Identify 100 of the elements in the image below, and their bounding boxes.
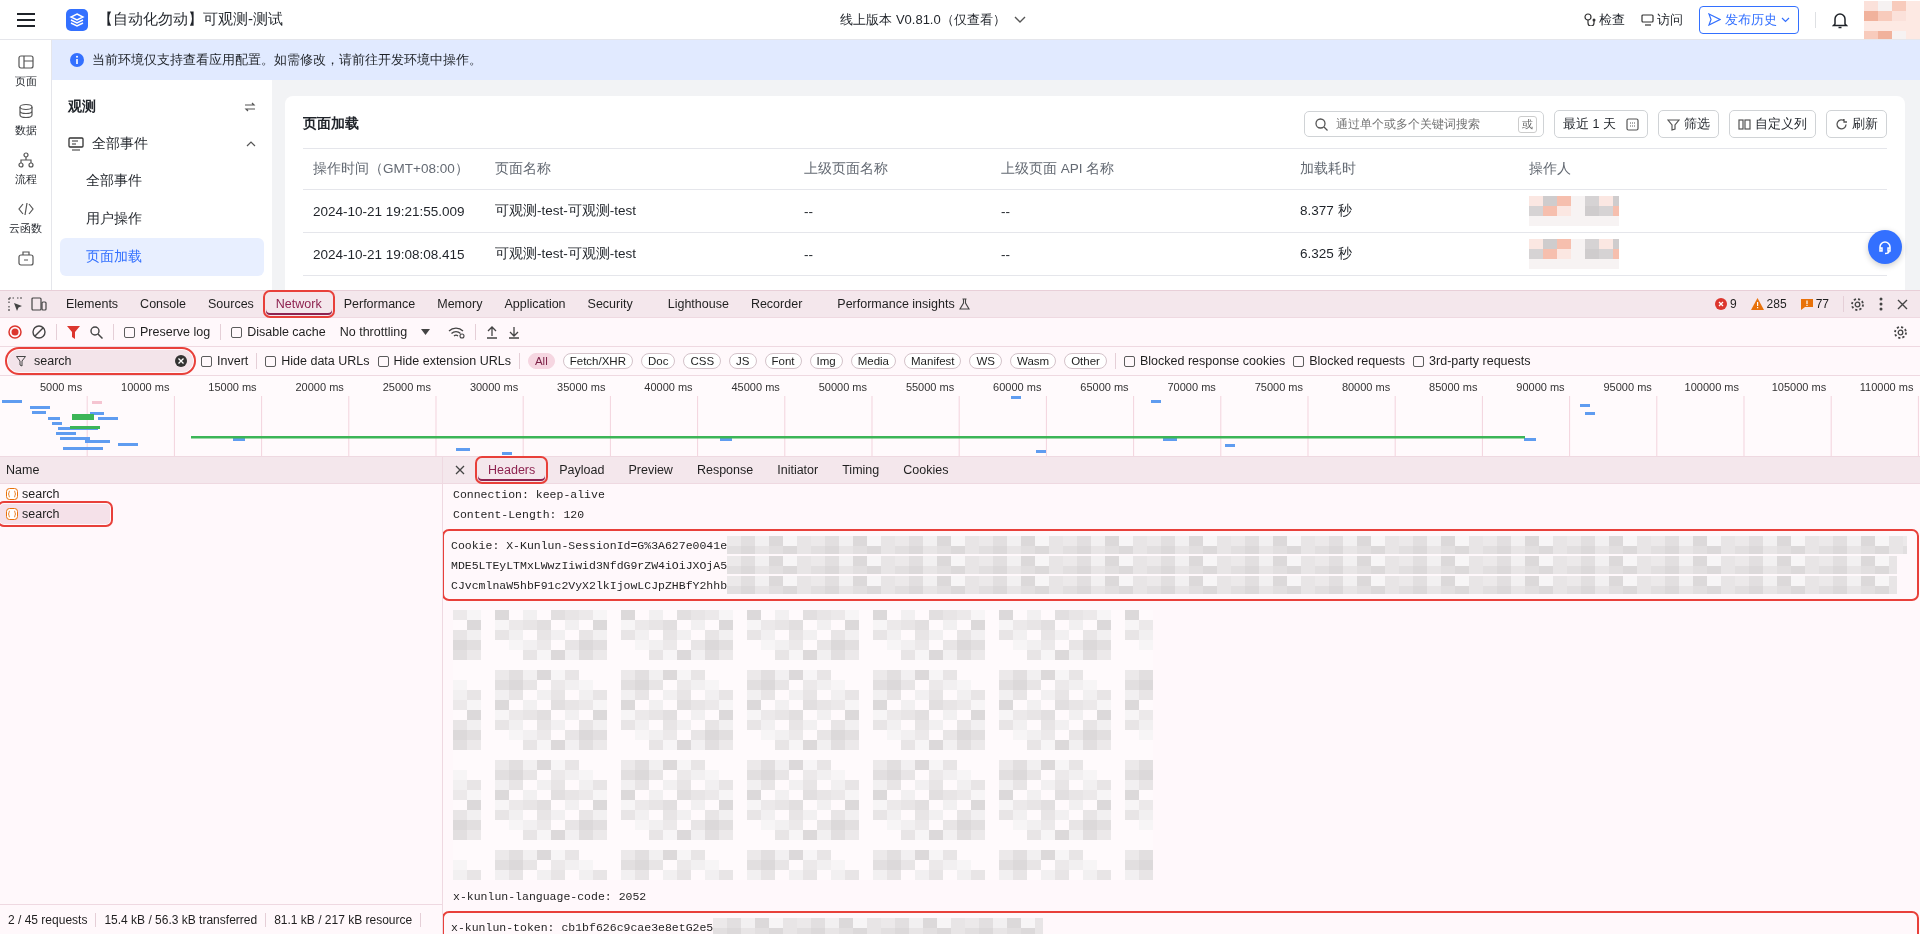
- search-field[interactable]: 通过单个或多个关键词搜索 或: [1304, 111, 1545, 137]
- clear-icon[interactable]: [32, 325, 46, 339]
- detail-tab[interactable]: Payload: [549, 459, 615, 481]
- filter-icon[interactable]: [67, 325, 80, 339]
- sidebar-item[interactable]: 全部事件: [60, 162, 264, 200]
- devtools-tab[interactable]: Lighthouse: [657, 293, 739, 315]
- settings-icon[interactable]: [1850, 296, 1865, 312]
- table-cell: 2024-10-21 19:08:08.415: [303, 232, 485, 276]
- chevron-down-icon[interactable]: [1013, 15, 1026, 24]
- devtools-tab[interactable]: Performance: [333, 293, 426, 315]
- nav-rail-item[interactable]: 数据: [14, 103, 37, 138]
- checkbox[interactable]: Hide data URLs: [265, 354, 370, 368]
- checkbox[interactable]: Disable cache: [231, 325, 326, 339]
- tick-label: 100000 ms: [1684, 381, 1739, 393]
- type-filter-chip[interactable]: Media: [850, 353, 896, 369]
- checkbox[interactable]: Blocked response cookies: [1123, 354, 1286, 368]
- nav-rail-item[interactable]: 云函数: [9, 201, 42, 236]
- request-row[interactable]: search: [0, 504, 110, 524]
- column-header: 上级页面 API 名称: [991, 148, 1290, 190]
- toolbar-button[interactable]: 检查: [1583, 10, 1625, 29]
- tick-label: 30000 ms: [469, 381, 519, 393]
- toolbar-button[interactable]: 筛选: [1658, 110, 1719, 138]
- settings-icon[interactable]: [1893, 324, 1908, 340]
- menu-icon[interactable]: [16, 11, 36, 28]
- type-filter-chip[interactable]: Wasm: [1010, 353, 1057, 369]
- checkbox[interactable]: 3rd-party requests: [1413, 354, 1531, 368]
- flask-icon: [958, 298, 970, 310]
- tick-label: 20000 ms: [295, 381, 344, 393]
- devtools-tab[interactable]: Application: [494, 293, 576, 315]
- detail-tab[interactable]: Response: [686, 459, 764, 481]
- toolbar-button[interactable]: 访问: [1641, 10, 1683, 29]
- filter-icon: [1667, 117, 1680, 131]
- type-filter-chip[interactable]: Img: [809, 353, 843, 369]
- tick-label: 90000 ms: [1516, 381, 1565, 393]
- filter-field[interactable]: search: [8, 350, 193, 372]
- warning-icon: [1750, 298, 1764, 310]
- throttling-dropdown[interactable]: No throttling: [339, 325, 431, 339]
- bell-icon[interactable]: [1832, 10, 1848, 29]
- type-filter-chip[interactable]: Fetch/XHR: [562, 353, 633, 369]
- devtools-tab[interactable]: Performance insights: [827, 293, 980, 315]
- nav-rail-item[interactable]: 流程: [14, 152, 37, 187]
- network-conditions-icon[interactable]: [448, 325, 466, 339]
- page-layout-icon: [17, 54, 34, 70]
- close-icon[interactable]: [1897, 298, 1908, 310]
- devtools-tab[interactable]: Network: [265, 293, 332, 315]
- type-filter-chip[interactable]: CSS: [683, 353, 722, 369]
- toolbar-button[interactable]: 刷新: [1826, 110, 1887, 138]
- column-header: 操作人: [1519, 148, 1887, 190]
- type-filter-chip[interactable]: Font: [764, 353, 802, 369]
- devtools-tab[interactable]: Memory: [427, 293, 493, 315]
- checkbox[interactable]: Blocked requests: [1293, 354, 1406, 368]
- app-logo-icon: [66, 8, 88, 31]
- type-filter-chip[interactable]: All: [527, 353, 555, 369]
- checkbox[interactable]: Invert: [201, 354, 249, 368]
- devtools-tab[interactable]: Elements: [56, 293, 129, 315]
- type-filter-chip[interactable]: Doc: [640, 353, 676, 369]
- search-icon[interactable]: [90, 325, 103, 339]
- sidebar-group[interactable]: 全部事件: [60, 126, 264, 162]
- columns-icon: [1738, 117, 1751, 131]
- record-icon[interactable]: [8, 325, 22, 339]
- tick-label: 105000 ms: [1771, 381, 1827, 393]
- more-icon[interactable]: [1879, 297, 1883, 311]
- tick-label: 70000 ms: [1167, 381, 1216, 393]
- table-cell: --: [794, 232, 991, 276]
- code-icon: [17, 201, 34, 217]
- tick-label: 65000 ms: [1080, 381, 1129, 393]
- detail-tab[interactable]: Cookies: [893, 459, 959, 481]
- nav-rail-item[interactable]: 页面: [14, 54, 37, 89]
- detail-tab[interactable]: Preview: [618, 459, 683, 481]
- publish-history-button[interactable]: 发布历史: [1699, 5, 1799, 34]
- close-icon[interactable]: [455, 465, 465, 475]
- type-filter-chip[interactable]: JS: [729, 353, 757, 369]
- toolbox-icon[interactable]: [17, 250, 34, 266]
- type-filter-chip[interactable]: Manifest: [904, 353, 962, 369]
- checkbox[interactable]: Preserve log: [124, 325, 211, 339]
- detail-tab[interactable]: Initiator: [767, 459, 829, 481]
- devtools-tab[interactable]: Security: [577, 293, 643, 315]
- toolbar-button[interactable]: 自定义列: [1729, 110, 1816, 138]
- detail-tab[interactable]: Headers: [478, 459, 546, 481]
- swap-icon[interactable]: [244, 102, 256, 112]
- xhr-icon: [6, 508, 18, 520]
- checkbox[interactable]: Hide extension URLs: [377, 354, 511, 368]
- devtools-tab[interactable]: Console: [130, 293, 196, 315]
- sidebar-item[interactable]: 页面加载: [60, 238, 264, 276]
- date-range-button[interactable]: 最近 1 天: [1554, 110, 1648, 138]
- sidebar-item[interactable]: 用户操作: [60, 200, 264, 238]
- detail-tab[interactable]: Timing: [832, 459, 890, 481]
- device-toggle-icon[interactable]: [31, 297, 47, 311]
- clear-icon[interactable]: [175, 355, 187, 367]
- inspect-icon[interactable]: [8, 296, 23, 312]
- devtools-tab[interactable]: Sources: [198, 293, 264, 315]
- download-icon[interactable]: [508, 325, 521, 339]
- status-text: 2 / 45 requests: [0, 912, 97, 927]
- tick-label: 10000 ms: [121, 381, 170, 393]
- type-filter-chip[interactable]: Other: [1064, 353, 1107, 369]
- filter-input[interactable]: search: [32, 353, 169, 369]
- upload-icon[interactable]: [486, 325, 499, 339]
- type-filter-chip[interactable]: WS: [969, 353, 1002, 369]
- devtools-tab[interactable]: Recorder: [740, 293, 813, 315]
- issue-icon: [1800, 298, 1813, 310]
